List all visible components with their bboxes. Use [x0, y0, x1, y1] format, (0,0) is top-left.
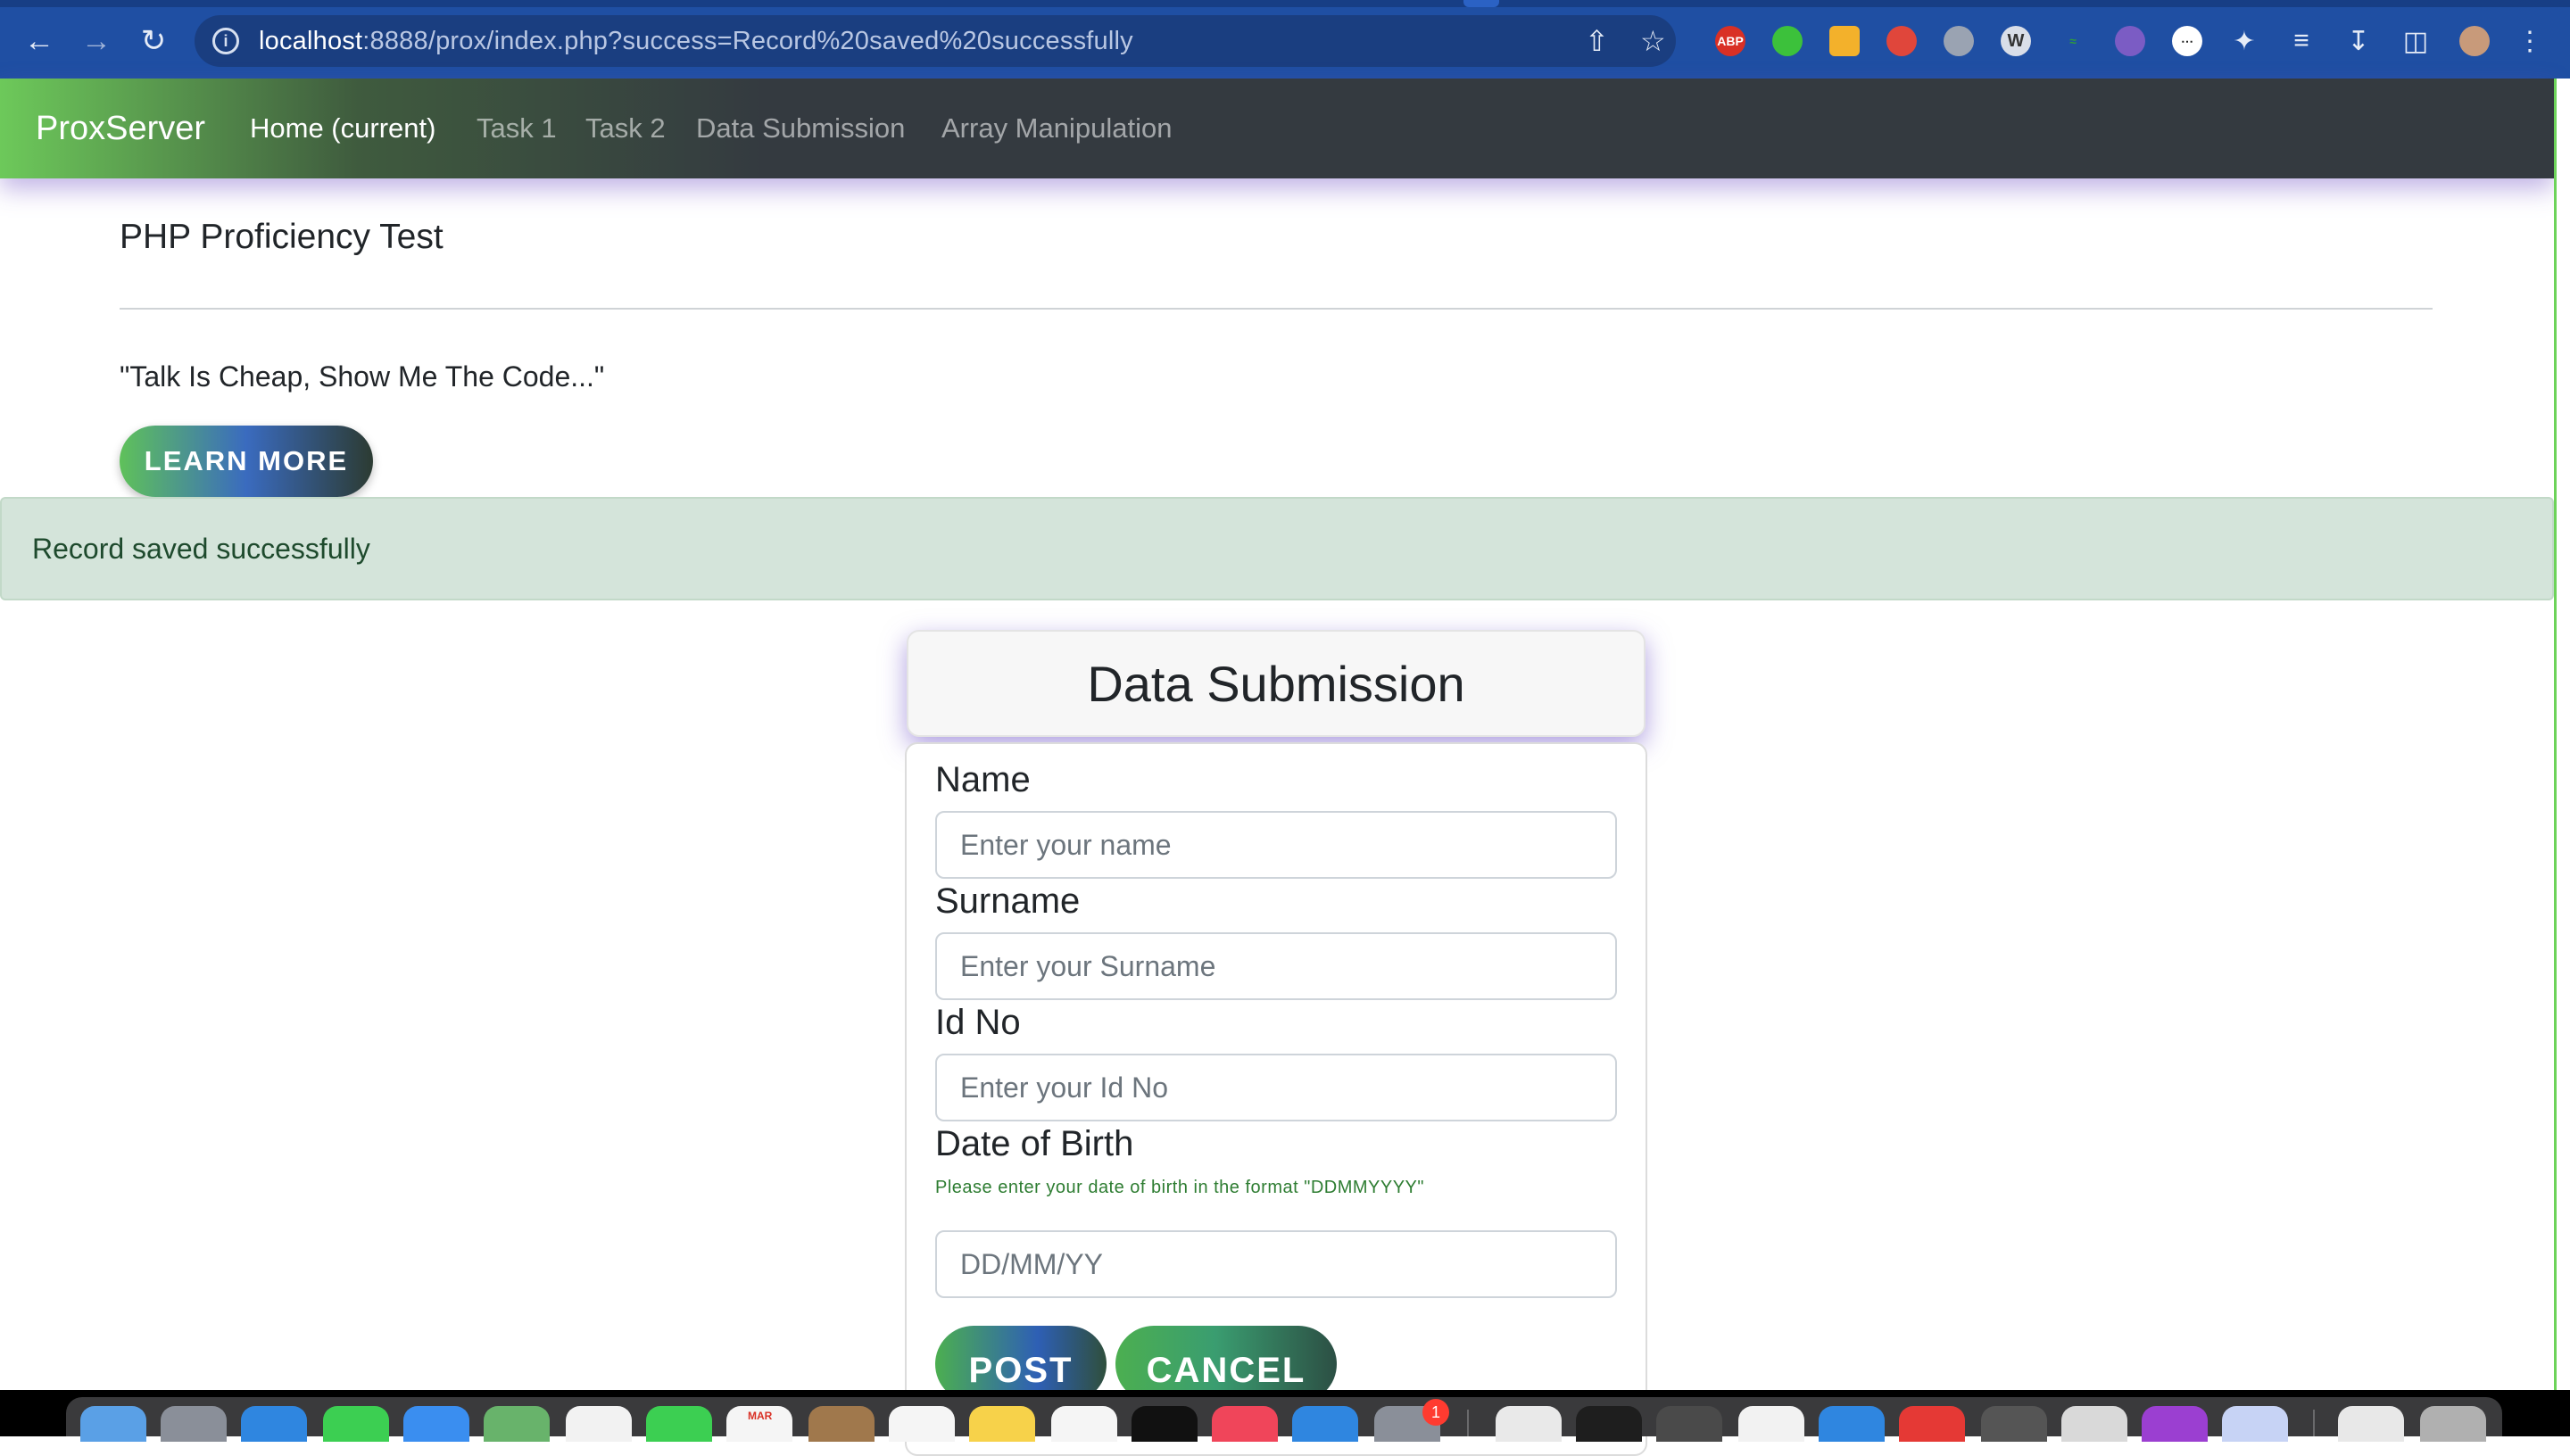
navbar-brand[interactable]: ProxServer [36, 110, 205, 148]
url-text[interactable]: localhost:8888/prox/index.php?success=Re… [259, 27, 1133, 56]
nav-link-task-1[interactable]: Task 1 [477, 112, 557, 145]
address-bar[interactable]: i localhost:8888/prox/index.php?success=… [195, 15, 1676, 67]
nav-link-home[interactable]: Home (current) [250, 112, 435, 145]
learn-more-button[interactable]: LEARN MORE [120, 426, 373, 497]
facetime-icon[interactable] [646, 1406, 712, 1442]
safari-icon[interactable] [241, 1406, 307, 1442]
red-extension-icon[interactable] [1886, 26, 1917, 56]
site-info-icon[interactable]: i [212, 28, 239, 54]
person-extension-icon[interactable] [1944, 26, 1974, 56]
vscode-icon[interactable] [1819, 1406, 1885, 1442]
abp-icon[interactable]: ABP [1715, 26, 1745, 56]
share-icon[interactable]: ⇧ [1585, 15, 1609, 67]
active-tab-edge[interactable] [1463, 0, 1499, 7]
reading-list-icon[interactable]: ≡ [2284, 24, 2318, 58]
side-panel-icon[interactable]: ◫ [2399, 24, 2433, 58]
nav-link-array-manipulation[interactable]: Array Manipulation [941, 112, 1172, 145]
browser-toolbar: ← → ↻ i localhost:8888/prox/index.php?su… [0, 0, 2570, 79]
id-no-label: Id No [935, 1003, 1021, 1042]
maps-icon[interactable] [484, 1406, 550, 1442]
freeform-icon[interactable] [1051, 1406, 1117, 1442]
tab-strip [0, 0, 2570, 7]
utility-app-icon[interactable] [1656, 1406, 1722, 1442]
calculator-icon[interactable] [1981, 1406, 2047, 1442]
profile-avatar[interactable] [2459, 26, 2490, 56]
fox-extension-icon[interactable] [2115, 26, 2145, 56]
back-arrow-icon[interactable]: ← [20, 21, 59, 61]
apple-tv-icon[interactable] [1132, 1406, 1198, 1442]
terminal-icon[interactable] [1576, 1406, 1642, 1442]
calendar-month: MAR [748, 1410, 773, 1422]
disk-utility-icon[interactable] [2061, 1406, 2127, 1442]
dock-separator [1467, 1410, 1469, 1436]
phpstorm-icon[interactable] [2142, 1406, 2208, 1442]
kebab-menu-icon[interactable]: ⋮ [2513, 24, 2547, 58]
app-store-icon[interactable] [1292, 1406, 1358, 1442]
page-scrollbar[interactable] [2554, 79, 2570, 1390]
jumbotron-title: PHP Proficiency Test [120, 218, 444, 256]
date-of-birth-label: Date of Birth [935, 1124, 1134, 1163]
bookmark-star-icon[interactable]: ☆ [1640, 15, 1666, 67]
abp-label: ABP [1717, 34, 1744, 48]
reload-icon[interactable]: ↻ [134, 21, 173, 61]
jumbotron-quote: "Talk Is Cheap, Show Me The Code..." [120, 360, 605, 393]
notes-icon[interactable] [969, 1406, 1035, 1442]
contacts-icon[interactable] [808, 1406, 875, 1442]
divider [120, 308, 2433, 310]
green-extension-icon[interactable] [1772, 26, 1803, 56]
w-extension-icon[interactable]: W [2001, 26, 2031, 56]
media-player-icon[interactable] [1899, 1406, 1965, 1442]
mail-icon[interactable] [403, 1406, 469, 1442]
date-of-birth-help: Please enter your date of birth in the f… [935, 1178, 1424, 1197]
date-of-birth-input[interactable] [935, 1230, 1617, 1298]
messages-icon[interactable] [323, 1406, 389, 1442]
id-no-input[interactable] [935, 1054, 1617, 1121]
name-label: Name [935, 760, 1031, 799]
puzzle-extensions-icon[interactable]: ✦ [2227, 24, 2261, 58]
form-card-header: Data Submission [907, 630, 1646, 737]
dots-extension-icon[interactable]: ⋯ [2172, 26, 2202, 56]
name-input[interactable] [935, 811, 1617, 879]
preview-icon[interactable] [2222, 1406, 2288, 1442]
download-icon[interactable]: ↧ [2342, 24, 2375, 58]
nav-link-task-2[interactable]: Task 2 [585, 112, 666, 145]
url-path: :8888/prox/index.php?success=Record%20sa… [362, 26, 1133, 55]
chrome-icon[interactable] [1496, 1406, 1562, 1442]
surname-label: Surname [935, 881, 1081, 921]
launchpad-icon[interactable] [161, 1406, 227, 1442]
success-alert: Record saved successfully [0, 497, 2554, 600]
yellow-extension-icon[interactable] [1829, 26, 1860, 56]
photos-icon[interactable] [566, 1406, 632, 1442]
music-icon[interactable] [1212, 1406, 1278, 1442]
textedit-icon[interactable] [1738, 1406, 1804, 1442]
nav-link-data-submission[interactable]: Data Submission [696, 112, 905, 145]
form-title: Data Submission [1087, 655, 1465, 712]
bird-extension-icon[interactable]: ≈ [2058, 26, 2088, 56]
reminders-icon[interactable] [889, 1406, 955, 1442]
notification-badge: 1 [1422, 1399, 1449, 1426]
forward-arrow-icon[interactable]: → [77, 21, 116, 61]
url-host: localhost [259, 26, 363, 55]
documents-folder-icon[interactable] [2338, 1406, 2404, 1442]
dock-separator-right [2313, 1410, 2315, 1436]
surname-input[interactable] [935, 932, 1617, 1000]
app-navbar: ProxServer Home (current) Task 1 Task 2 … [0, 79, 2554, 178]
alert-message: Record saved successfully [32, 532, 370, 565]
trash-icon[interactable] [2420, 1406, 2486, 1442]
finder-icon[interactable] [80, 1406, 146, 1442]
